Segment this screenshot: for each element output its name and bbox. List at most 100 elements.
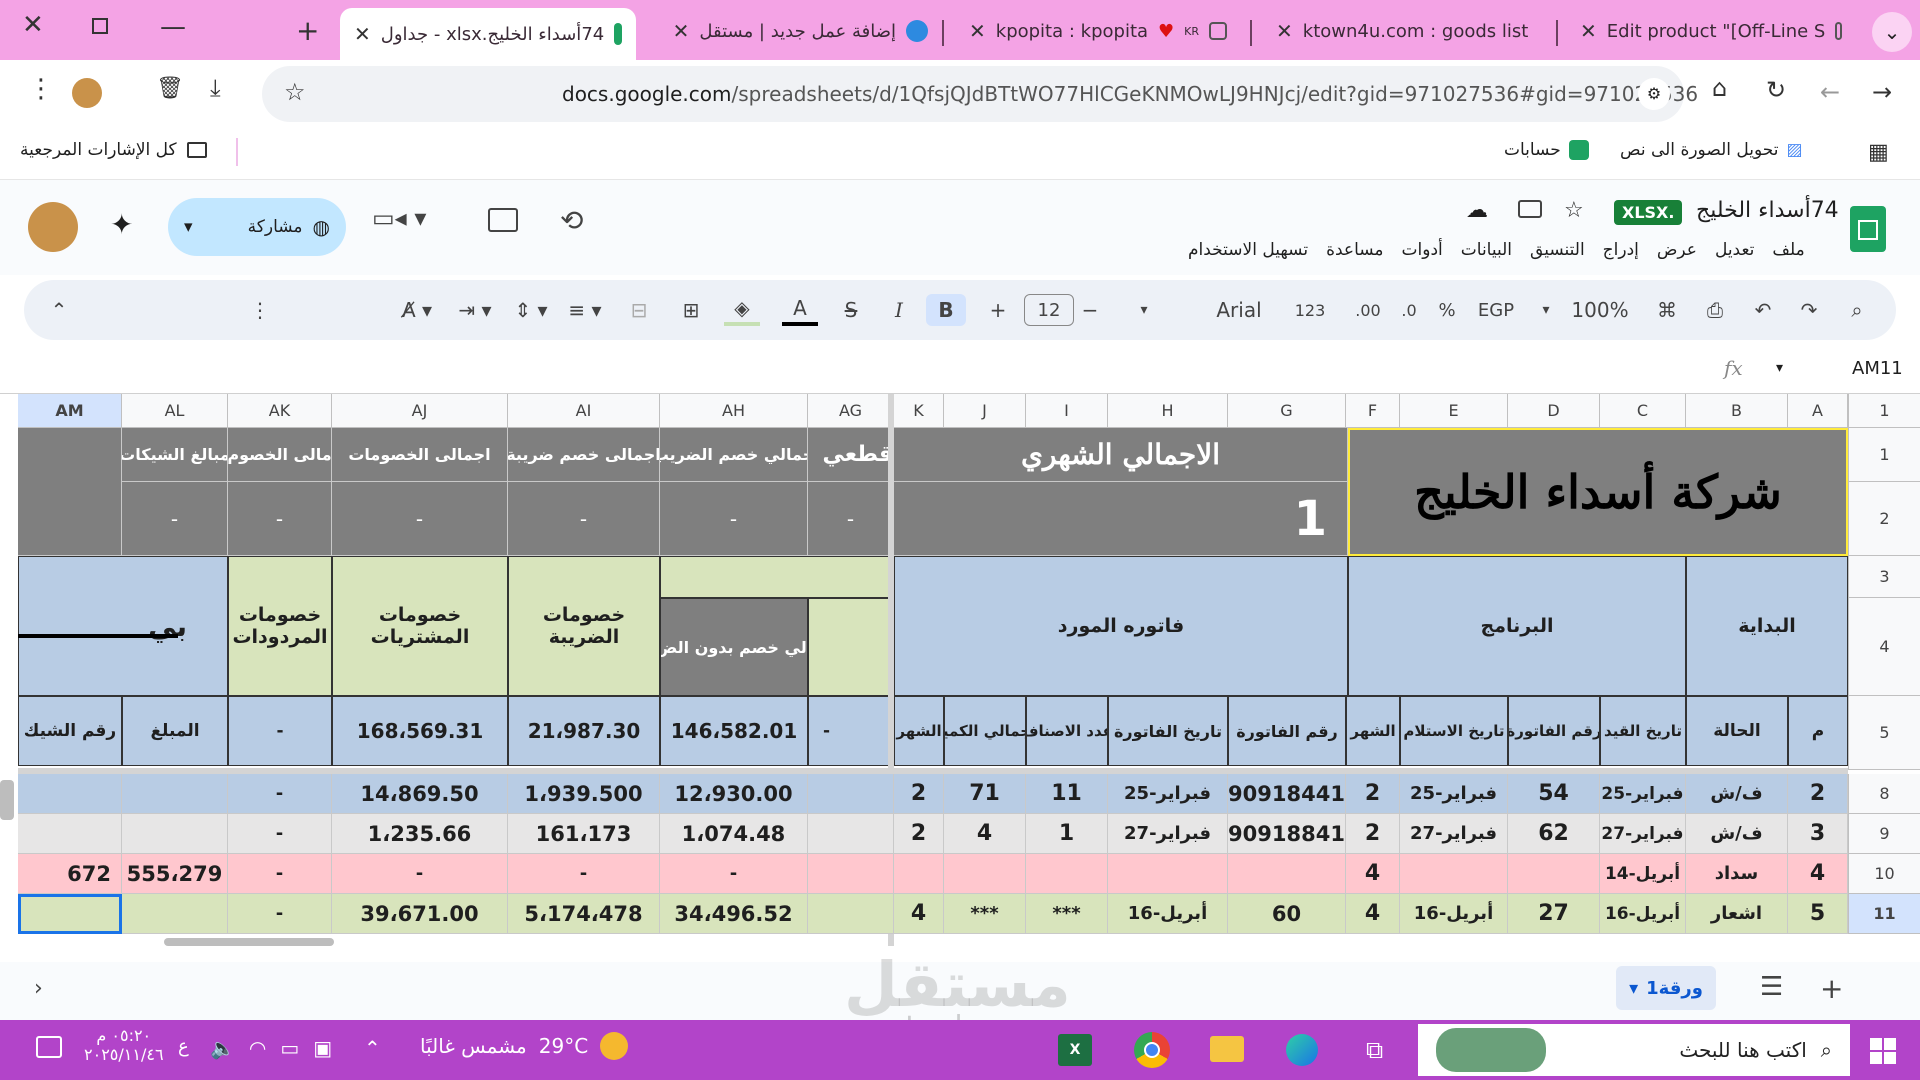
column-header-K[interactable]: K — [894, 394, 944, 428]
weather-widget[interactable]: 29°C مشمس غالبًا — [420, 1032, 629, 1060]
table-cell[interactable]: 5 — [1788, 894, 1848, 934]
table-cell[interactable] — [122, 894, 228, 934]
tab-kpopita[interactable]: ✕ kpopita : kpopita ♥ KR — [955, 10, 1245, 52]
sheet-tab-active[interactable]: ▾ ورقة1 — [1616, 966, 1716, 1010]
explore-toggle[interactable]: › — [34, 976, 43, 1001]
tray-icons[interactable]: 🔈 ◠ ▭ ▣ — [210, 1036, 332, 1060]
table-cell[interactable] — [1026, 854, 1108, 894]
add-sheet-button[interactable]: + — [1820, 972, 1843, 1005]
close-icon[interactable]: ✕ — [673, 19, 690, 43]
menu-help[interactable]: مساعدة — [1326, 240, 1383, 260]
table-cell[interactable] — [18, 774, 122, 814]
column-header-AM[interactable]: AM — [18, 394, 122, 428]
table-cell[interactable]: 1 — [1026, 814, 1108, 854]
share-button[interactable]: ◍ مشاركة ▾ — [168, 198, 346, 256]
table-cell[interactable] — [894, 854, 944, 894]
column-header-AI[interactable]: AI — [508, 394, 660, 428]
table-cell[interactable] — [1508, 854, 1600, 894]
column-header-A[interactable]: A — [1788, 394, 1848, 428]
menu-dots-icon[interactable]: ⋮ — [28, 74, 54, 104]
wrap-icon[interactable]: ⇥ ▾ — [450, 294, 500, 326]
name-box[interactable]: AM11 — [1852, 358, 1903, 379]
sheets-logo-icon[interactable] — [1850, 206, 1886, 252]
table-cell[interactable]: 34،496.52 — [660, 894, 808, 934]
menu-data[interactable]: البيانات — [1461, 240, 1512, 260]
profile-avatar[interactable] — [72, 78, 102, 108]
column-header-AJ[interactable]: AJ — [332, 394, 508, 428]
column-header-B[interactable]: B — [1686, 394, 1788, 428]
text-color-icon[interactable]: A — [782, 294, 818, 326]
table-cell[interactable] — [122, 774, 228, 814]
bookmark-accounts[interactable]: حسابات — [1504, 140, 1589, 160]
horizontal-scrollbar[interactable] — [164, 938, 334, 946]
collapse-toolbar-icon[interactable]: ⌃ — [44, 294, 74, 326]
table-cell[interactable]: 2 — [1788, 774, 1848, 814]
home-icon[interactable]: ⌂ — [1712, 74, 1727, 102]
table-cell[interactable]: 1،939.500 — [508, 774, 660, 814]
table-cell[interactable]: أبريل-14 — [1600, 854, 1686, 894]
font-select[interactable]: Arial — [1204, 294, 1274, 326]
all-sheets-icon[interactable]: ☰ — [1760, 972, 1783, 1002]
table-cell[interactable]: فبراير-27 — [1600, 814, 1686, 854]
table-cell[interactable]: - — [508, 854, 660, 894]
increase-font-icon[interactable]: + — [986, 294, 1010, 326]
edge-icon[interactable] — [1286, 1034, 1318, 1066]
chevron-down-icon[interactable]: ▾ — [1134, 294, 1154, 326]
paint-format-icon[interactable]: ⌘ — [1652, 294, 1682, 326]
menu-edit[interactable]: تعديل — [1715, 240, 1754, 260]
number-format[interactable]: 123 — [1286, 294, 1334, 326]
table-cell[interactable]: 4 — [1346, 854, 1400, 894]
table-cell[interactable]: أبريل-16 — [1600, 894, 1686, 934]
table-cell[interactable]: 71 — [944, 774, 1026, 814]
cell-ag4[interactable] — [808, 598, 894, 696]
table-cell[interactable]: فبراير-27 — [1108, 814, 1228, 854]
chevron-down-icon[interactable]: ▾ — [1536, 294, 1556, 326]
menu-view[interactable]: عرض — [1657, 240, 1697, 260]
table-cell[interactable]: ف/ش — [1686, 814, 1788, 854]
table-cell[interactable]: سداد — [1686, 854, 1788, 894]
row-header-1[interactable]: 1 — [1848, 394, 1920, 428]
spreadsheet-grid[interactable]: A B C D E F G H I J K AG AH AI AJ AK AL … — [18, 394, 1848, 946]
excel-icon[interactable]: X — [1058, 1034, 1092, 1066]
table-cell[interactable]: - — [228, 774, 332, 814]
row-header-9[interactable]: 9 — [1848, 814, 1920, 854]
row-header-3[interactable]: 3 — [1848, 556, 1920, 598]
formula-input[interactable] — [20, 354, 1700, 386]
table-cell[interactable]: 161،173 — [508, 814, 660, 854]
cell-am1[interactable] — [18, 428, 122, 556]
minimize-button[interactable]: — — [160, 12, 186, 42]
search-icon[interactable]: ⌕ — [1842, 294, 1872, 326]
bookmark-image-to-text[interactable]: ▨ تحويل الصورة الى نص — [1620, 140, 1803, 160]
table-cell[interactable]: 54 — [1508, 774, 1600, 814]
table-cell[interactable]: 12،930.00 — [660, 774, 808, 814]
table-cell[interactable]: اشعار — [1686, 894, 1788, 934]
table-cell[interactable]: 11 — [1026, 774, 1108, 814]
table-cell[interactable]: 672 — [18, 854, 122, 894]
table-cell[interactable]: 4 — [1346, 894, 1400, 934]
table-cell[interactable]: فبراير-25 — [1400, 774, 1508, 814]
download-icon[interactable]: ⤓ — [210, 74, 221, 102]
table-cell[interactable]: 27 — [1508, 894, 1600, 934]
percent-format[interactable]: % — [1434, 294, 1460, 326]
table-cell[interactable]: 62 — [1508, 814, 1600, 854]
table-cell[interactable] — [808, 814, 894, 854]
close-icon[interactable]: ✕ — [1276, 19, 1293, 43]
menu-file[interactable]: ملف — [1772, 240, 1804, 260]
table-cell[interactable]: 14،869.50 — [332, 774, 508, 814]
notifications-icon[interactable] — [36, 1036, 62, 1058]
comments-icon[interactable] — [488, 208, 518, 232]
table-cell[interactable] — [808, 774, 894, 814]
table-cell[interactable] — [122, 814, 228, 854]
table-cell[interactable]: أبريل-16 — [1400, 894, 1508, 934]
column-header-AK[interactable]: AK — [228, 394, 332, 428]
decrease-decimal[interactable]: .0 — [1394, 294, 1424, 326]
column-header-C[interactable]: C — [1600, 394, 1686, 428]
table-cell[interactable]: 1،235.66 — [332, 814, 508, 854]
table-cell[interactable]: 4 — [1788, 854, 1848, 894]
table-cell[interactable]: - — [228, 894, 332, 934]
row-header-1[interactable]: 1 — [1848, 428, 1920, 482]
site-settings-icon[interactable]: ⚙ — [1638, 78, 1670, 110]
new-tab-button[interactable]: + — [296, 14, 319, 47]
trash-icon[interactable]: 🗑 — [156, 76, 184, 101]
address-bar[interactable]: ☆ docs.google.com/spreadsheets/d/1QfsjQJ… — [262, 66, 1698, 122]
